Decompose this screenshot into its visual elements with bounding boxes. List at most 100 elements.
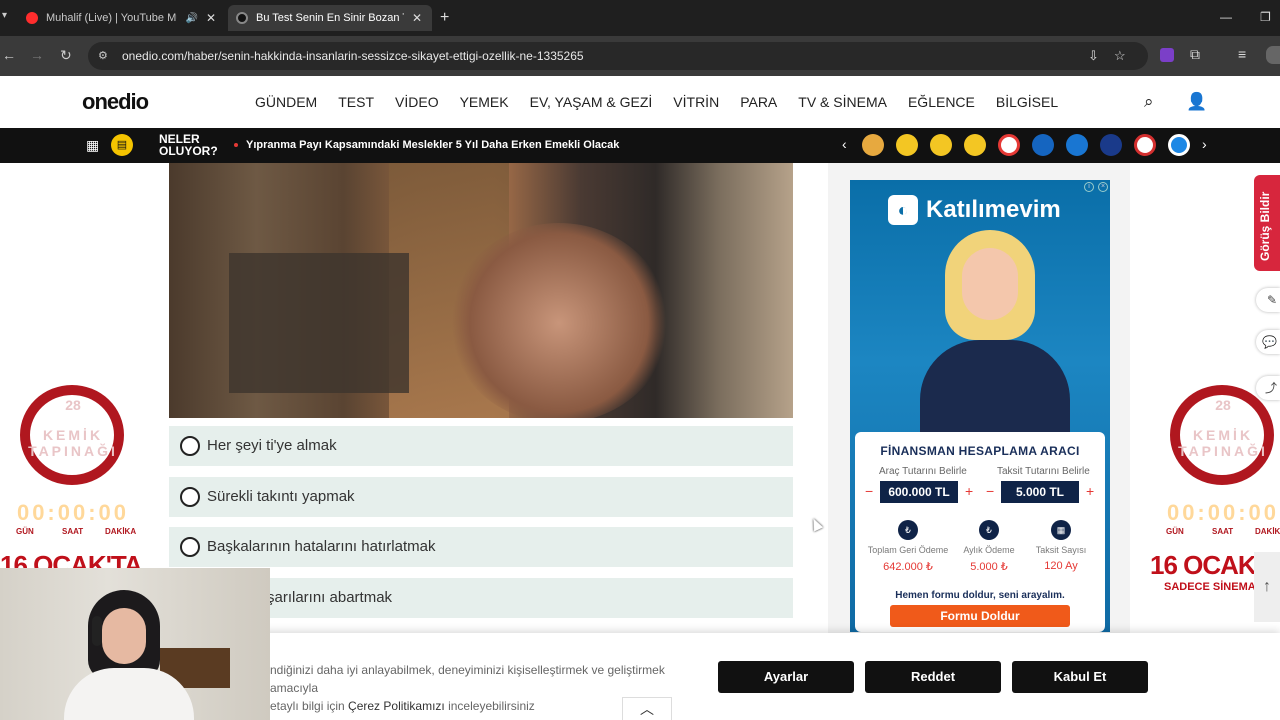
onedio-icon	[236, 12, 248, 24]
promo-title-line2: TAPINAĞI	[1178, 443, 1268, 459]
profile-avatar[interactable]	[1266, 46, 1280, 64]
total-payment-value: 642.000 ₺	[883, 561, 933, 573]
katilimevim-ad[interactable]: i × ◐ Katılımevim FİNANSMAN HESAPLAMA AR…	[850, 180, 1110, 632]
feedback-label: Görüş Bildir	[1258, 191, 1272, 261]
new-tab-icon[interactable]: +	[440, 9, 449, 27]
image-region	[102, 608, 146, 664]
onedio-logo[interactable]: onedio	[82, 89, 149, 115]
decrease-installment-button[interactable]: −	[986, 483, 994, 499]
search-icon[interactable]: ⌕	[1144, 92, 1154, 112]
nav-vitrin[interactable]: VİTRİN	[673, 94, 719, 110]
timer-label-day: GÜN	[1166, 527, 1184, 536]
chevron-up-icon[interactable]: ︿	[622, 697, 672, 720]
nav-test[interactable]: TEST	[338, 94, 374, 110]
radio-button[interactable]	[180, 487, 200, 507]
apps-grid-icon[interactable]: ▦	[86, 137, 99, 154]
installment-amount-value[interactable]: 5.000 TL	[1001, 481, 1079, 503]
tab-onedio[interactable]: Bu Test Senin En Sinir Bozan Tarafını Bu…	[228, 5, 432, 31]
nav-yemek[interactable]: YEMEK	[460, 94, 509, 110]
cookie-policy-link[interactable]: Çerez Politikamızı	[348, 699, 445, 713]
cookie-text-line1: ndiğinizi daha iyi anlayabilmek, deneyim…	[270, 663, 665, 695]
address-bar[interactable]: ⚙ onedio.com/haber/senin-hakkinda-insanl…	[88, 42, 1148, 70]
nav-tv-sinema[interactable]: TV & SİNEMA	[798, 94, 887, 110]
promo-title-line2: TAPINAĞI	[28, 443, 118, 459]
brand-logo-icon[interactable]	[1032, 134, 1054, 156]
ad-close-icon[interactable]: ×	[1098, 182, 1108, 192]
headphones-image	[92, 616, 102, 646]
back-icon[interactable]: ←	[2, 47, 16, 63]
heart-eyes-emoji-icon[interactable]	[896, 134, 918, 156]
speaker-icon[interactable]: 🔊	[185, 13, 197, 24]
nav-para[interactable]: PARA	[740, 94, 777, 110]
brand-logo-icon[interactable]	[1066, 134, 1088, 156]
share-icon[interactable]: ⤴	[1256, 376, 1280, 400]
brand-logo-icon[interactable]	[998, 134, 1020, 156]
chevron-right-icon[interactable]: ›	[1202, 136, 1207, 152]
ad-info-icon[interactable]: i	[1084, 182, 1094, 192]
maximize-icon[interactable]: ❐	[1260, 10, 1271, 24]
nav-eglence[interactable]: EĞLENCE	[908, 94, 975, 110]
timer-label-hour: SAAT	[1212, 527, 1234, 536]
monthly-payment-icon: ₺	[979, 520, 999, 540]
minimize-icon[interactable]: —	[1220, 10, 1232, 24]
calculator-title: FİNANSMAN HESAPLAMA ARACI	[880, 444, 1080, 458]
install-app-icon[interactable]: ⇩	[1088, 48, 1099, 64]
nav-video[interactable]: VİDEO	[395, 94, 439, 110]
comment-add-icon[interactable]: ✎	[1256, 288, 1280, 312]
quiz-option[interactable]: Sürekli takıntı yapmak	[169, 477, 793, 517]
radio-button[interactable]	[180, 537, 200, 557]
live-feed-icon[interactable]: ▤	[111, 134, 133, 156]
user-icon[interactable]: 👤	[1186, 92, 1207, 112]
comments-icon[interactable]: 💬	[1256, 330, 1280, 354]
katilimevim-logo-icon: ◐	[888, 195, 918, 225]
total-payment-icon: ₺	[898, 520, 918, 540]
smile-emoji-icon[interactable]	[964, 134, 986, 156]
nav-bilgisel[interactable]: BİLGİSEL	[996, 94, 1058, 110]
ad-cta-text: Hemen formu doldur, seni arayalım.	[895, 590, 1065, 601]
philips-logo-icon[interactable]	[1168, 134, 1190, 156]
total-payment-label: Toplam Geri Ödeme	[867, 545, 949, 555]
tab-search-icon[interactable]: ▾	[2, 10, 7, 21]
promo-title-line1: KEMİK	[1192, 427, 1254, 443]
media-control-icon[interactable]: ≡	[1238, 46, 1246, 62]
scroll-to-top-button[interactable]: ↑	[1254, 552, 1280, 622]
close-tab-icon[interactable]: ✕	[206, 11, 216, 25]
timer-label-hour: SAAT	[62, 527, 84, 536]
site-info-icon[interactable]: ⚙	[98, 49, 108, 62]
nav-ev-yasam-gezi[interactable]: EV, YAŞAM & GEZİ	[530, 94, 653, 110]
tab-youtube-music[interactable]: Muhalif (Live) | YouTube Music 🔊 ✕	[18, 5, 224, 31]
image-region	[229, 253, 409, 393]
radio-button[interactable]	[180, 436, 200, 456]
bookmark-star-icon[interactable]: ☆	[1114, 48, 1126, 64]
fill-form-button[interactable]: Formu Doldur	[890, 605, 1070, 627]
promo-title-line1: KEMİK	[42, 427, 104, 443]
chevron-left-icon[interactable]: ‹	[842, 136, 847, 152]
tab-title: Bu Test Senin En Sinir Bozan Tarafını Bu…	[256, 12, 404, 24]
ad-brand-name: Katılımevim	[926, 196, 1061, 223]
feedback-button[interactable]: Görüş Bildir	[1254, 175, 1280, 271]
nav-gundem[interactable]: GÜNDEM	[255, 94, 317, 110]
cookie-settings-button[interactable]: Ayarlar	[718, 661, 854, 693]
extensions-puzzle-icon[interactable]: ⧉	[1190, 46, 1200, 63]
reload-icon[interactable]: ↻	[60, 47, 72, 64]
ticker-headline[interactable]: Yıpranma Payı Kapsamındaki Meslekler 5 Y…	[234, 139, 619, 151]
sad-emoji-icon[interactable]	[930, 134, 952, 156]
vehicle-amount-value[interactable]: 600.000 TL	[880, 481, 958, 503]
close-tab-icon[interactable]: ✕	[412, 11, 422, 25]
forward-icon[interactable]: →	[30, 47, 44, 63]
extension-icon[interactable]	[1160, 48, 1174, 62]
increase-vehicle-button[interactable]: +	[965, 483, 973, 499]
promo-subtitle: SADECE SİNEMAL	[1164, 581, 1263, 593]
quiz-option-label: Sürekli takıntı yapmak	[207, 488, 355, 505]
quiz-option[interactable]: Her şeyi ti'ye almak	[169, 426, 793, 466]
emoji-reaction-icon[interactable]	[862, 134, 884, 156]
decrease-vehicle-button[interactable]: −	[865, 483, 873, 499]
brand-logo-icon[interactable]	[1134, 134, 1156, 156]
cookie-accept-button[interactable]: Kabul Et	[1012, 661, 1148, 693]
finance-calculator-card: FİNANSMAN HESAPLAMA ARACI Araç Tutarını …	[855, 432, 1105, 632]
increase-installment-button[interactable]: +	[1086, 483, 1094, 499]
quiz-option[interactable]: Başkalarının hatalarını hatırlatmak	[169, 527, 793, 567]
nivea-logo-icon[interactable]	[1100, 134, 1122, 156]
cookie-reject-button[interactable]: Reddet	[865, 661, 1001, 693]
quiz-option-label: şarılarını abartmak	[267, 589, 393, 606]
